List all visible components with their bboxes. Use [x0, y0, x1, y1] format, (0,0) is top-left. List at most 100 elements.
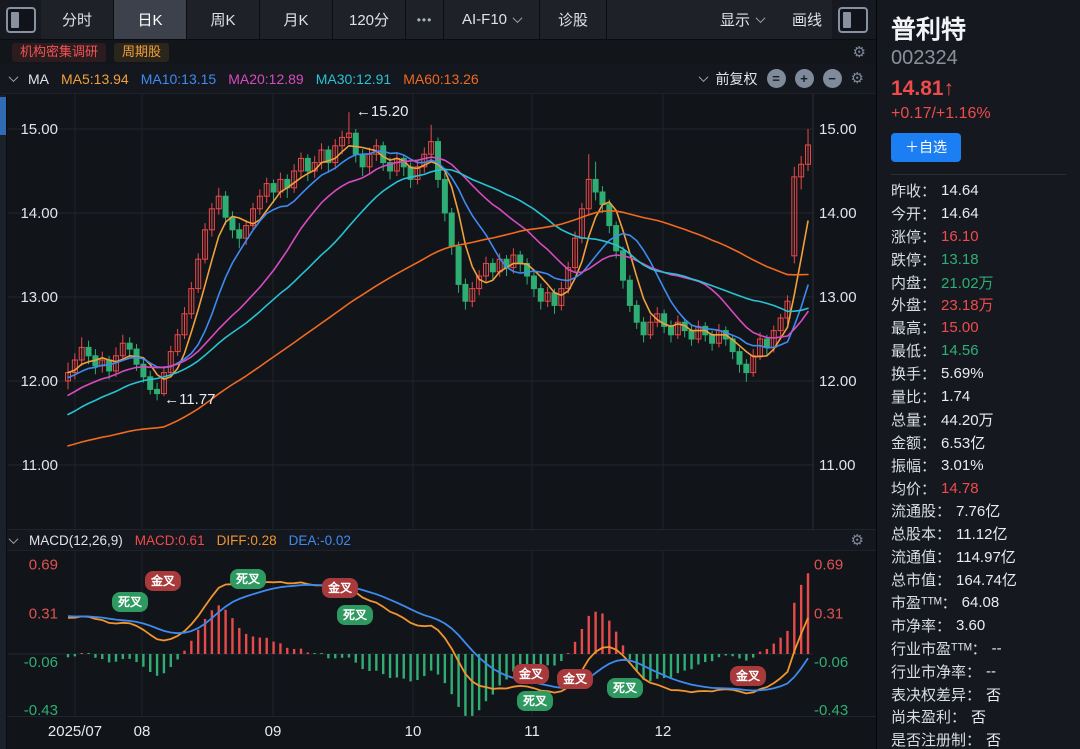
- tag-settings-gear-icon[interactable]: ⚙: [853, 45, 866, 60]
- stat-label: 内盘：: [891, 272, 936, 293]
- svg-text:11.00: 11.00: [22, 457, 58, 474]
- stat-row: 表决权差异：否: [891, 683, 1080, 706]
- chevron-down-icon: [756, 13, 766, 23]
- stat-label: 市盈ᵀᵀᴹ：: [891, 592, 957, 613]
- stat-row: 总量：44.20万: [891, 408, 1080, 431]
- chevron-down-icon[interactable]: [698, 72, 708, 82]
- stat-row: 昨收：14.64: [891, 179, 1080, 202]
- stat-value: 14.64: [941, 205, 979, 222]
- macd-chart[interactable]: 0.690.690.310.31-0.06-0.06-0.43-0.43 死叉金…: [0, 551, 876, 717]
- chart-controls: 前复权 = + − ⚙: [700, 69, 864, 89]
- display-options-button[interactable]: 显示: [702, 0, 782, 39]
- stat-row: 流通值：114.97亿: [891, 545, 1080, 568]
- stat-value: 3.01%: [941, 457, 984, 474]
- indicator-value: MA5:13.94: [61, 71, 129, 87]
- stat-value: 7.76亿: [956, 500, 1000, 521]
- kline-period-tab[interactable]: 月K: [260, 0, 333, 39]
- stat-row: 尚未盈利：否: [891, 705, 1080, 728]
- stat-row: 市净率：3.60: [891, 614, 1080, 637]
- svg-text:15.00: 15.00: [20, 121, 58, 138]
- stat-label: 行业市净率：: [891, 661, 981, 682]
- stat-value: --: [986, 663, 996, 680]
- stat-value: 23.18万: [941, 294, 994, 315]
- stat-value: --: [992, 640, 1002, 657]
- stock-tag-chip[interactable]: 机构密集调研: [12, 43, 106, 62]
- svg-text:0.69: 0.69: [29, 556, 58, 573]
- death-cross-badge: 死叉: [607, 678, 643, 698]
- ai-f10-button[interactable]: AI-F10: [444, 0, 540, 39]
- price-annotation: ←15.20: [356, 103, 409, 120]
- stat-value: 16.10: [941, 228, 979, 245]
- stat-row: 涨停：16.10: [891, 225, 1080, 248]
- left-rail-highlight: [0, 97, 6, 135]
- stat-label: 均价：: [891, 478, 936, 499]
- svg-text:14.00: 14.00: [20, 205, 58, 222]
- stat-label: 跌停：: [891, 249, 936, 270]
- zoom-out-button[interactable]: −: [823, 69, 842, 88]
- stat-label: 是否注册制：: [891, 729, 981, 749]
- chevron-down-icon: [513, 13, 523, 23]
- golden-cross-badge: 金叉: [557, 669, 593, 689]
- stock-name: 普利特: [891, 10, 1080, 46]
- indicator-settings-gear-icon[interactable]: ⚙: [851, 71, 864, 86]
- stat-row: 总市值：164.74亿: [891, 568, 1080, 591]
- stat-row: 量比：1.74: [891, 385, 1080, 408]
- zoom-in-button[interactable]: +: [795, 69, 814, 88]
- svg-text:15.00: 15.00: [819, 121, 857, 138]
- stat-row: 均价： 14.78: [891, 477, 1080, 500]
- stat-row: 行业市净率： --: [891, 660, 1080, 683]
- candlestick-chart[interactable]: 15.0015.0014.0014.0013.0013.0012.0012.00…: [0, 94, 876, 529]
- add-watchlist-button[interactable]: ＋自选: [891, 133, 961, 162]
- stat-label: 总量：: [891, 409, 936, 430]
- stat-label: 换手：: [891, 363, 936, 384]
- kline-period-tab[interactable]: 日K: [114, 0, 187, 39]
- stock-code: 002324: [891, 47, 1080, 70]
- date-tick-label: 09: [265, 723, 282, 740]
- collapse-chevron-icon[interactable]: [9, 534, 19, 544]
- draw-line-button[interactable]: 画线: [782, 0, 832, 39]
- diagnose-stock-button[interactable]: 诊股: [540, 0, 607, 39]
- date-tick-label: 10: [405, 723, 422, 740]
- indicator-value: DIFF:0.28: [217, 533, 277, 548]
- more-periods-button[interactable]: •••: [406, 0, 444, 39]
- svg-text:12.00: 12.00: [819, 373, 857, 390]
- stat-label: 表决权差异：: [891, 684, 981, 705]
- kline-period-tab[interactable]: 分时: [41, 0, 114, 39]
- stat-row: 行业市盈ᵀᵀᴹ：--: [891, 637, 1080, 660]
- stat-label: 外盘：: [891, 294, 936, 315]
- panel-toggle-icon[interactable]: [838, 7, 868, 33]
- left-rail[interactable]: [0, 95, 7, 749]
- layout-toggle-icon[interactable]: [6, 7, 36, 33]
- ai-f10-label: AI-F10: [462, 11, 507, 28]
- tag-row: 机构密集调研周期股 ⚙: [0, 40, 876, 64]
- stat-value: 21.02万: [941, 272, 994, 293]
- main-chart-svg: 15.0015.0014.0014.0013.0013.0012.0012.00…: [0, 94, 876, 529]
- stat-value: 14.78: [941, 480, 979, 497]
- macd-settings-gear-icon[interactable]: ⚙: [851, 533, 864, 548]
- adjust-mode-button[interactable]: 前复权: [716, 69, 758, 89]
- stat-row: 是否注册制：否: [891, 728, 1080, 749]
- stat-row: 金额：6.53亿: [891, 431, 1080, 454]
- stat-value: 否: [986, 729, 1001, 749]
- stat-value: 5.69%: [941, 365, 984, 382]
- stat-value: 13.18: [941, 251, 979, 268]
- svg-text:0.31: 0.31: [29, 606, 58, 623]
- stat-row: 流通股：7.76亿: [891, 499, 1080, 522]
- collapse-chevron-icon[interactable]: [9, 72, 19, 82]
- stat-value: 14.64: [941, 182, 979, 199]
- golden-cross-badge: 金叉: [513, 664, 549, 684]
- reset-zoom-button[interactable]: =: [767, 69, 786, 88]
- stat-label: 流通值：: [891, 546, 951, 567]
- stock-tag-chip[interactable]: 周期股: [114, 43, 169, 62]
- svg-text:13.00: 13.00: [819, 289, 857, 306]
- kline-period-tab[interactable]: 120分: [333, 0, 406, 39]
- svg-text:0.31: 0.31: [814, 606, 843, 623]
- stat-label: 总股本：: [891, 523, 951, 544]
- divider: [891, 174, 1066, 175]
- stat-row: 市盈ᵀᵀᴹ：64.08: [891, 591, 1080, 614]
- stat-value: 6.53亿: [941, 432, 985, 453]
- chart-column: 分时日K周K月K120分 ••• AI-F10 诊股 显示 画线 机构密集调研周…: [0, 0, 876, 749]
- stat-label: 今开：: [891, 203, 936, 224]
- stat-value: 1.74: [941, 388, 970, 405]
- kline-period-tab[interactable]: 周K: [187, 0, 260, 39]
